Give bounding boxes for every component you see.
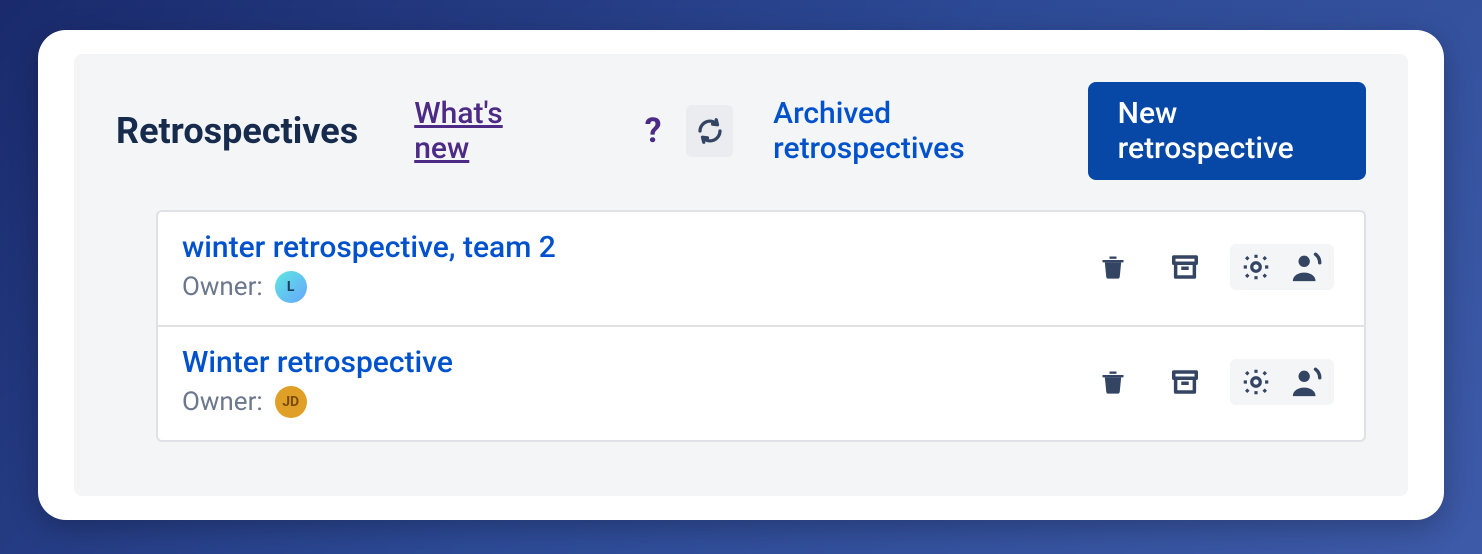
list-item-actions (1086, 355, 1334, 409)
archive-button[interactable] (1158, 240, 1212, 294)
list-item-title[interactable]: Winter retrospective (182, 345, 1086, 380)
share-button[interactable] (1290, 365, 1324, 399)
header-bar: Retrospectives What's new ? Archived ret… (116, 82, 1366, 180)
archive-icon (1170, 367, 1200, 397)
person-voice-icon (1290, 365, 1324, 399)
list-item: winter retrospective, team 2 Owner: L (158, 212, 1364, 327)
owner-label: Owner: (182, 387, 263, 417)
retrospectives-list: winter retrospective, team 2 Owner: L (156, 210, 1366, 442)
archive-icon (1170, 252, 1200, 282)
new-retrospective-button[interactable]: New retrospective (1088, 82, 1366, 180)
refresh-icon (695, 116, 725, 146)
list-item-main: Winter retrospective Owner: JD (182, 345, 1086, 418)
list-item-owner: Owner: JD (182, 386, 1086, 418)
refresh-button[interactable] (686, 105, 733, 157)
archive-button[interactable] (1158, 355, 1212, 409)
trash-icon (1099, 253, 1127, 281)
settings-button[interactable] (1240, 251, 1272, 283)
person-voice-icon (1290, 250, 1324, 284)
trash-icon (1099, 368, 1127, 396)
list-item-actions (1086, 240, 1334, 294)
list-item-more-group (1230, 244, 1334, 290)
list-item: Winter retrospective Owner: JD (158, 327, 1364, 440)
list-item-title[interactable]: winter retrospective, team 2 (182, 230, 1086, 265)
page-title: Retrospectives (116, 110, 358, 152)
whats-new-link[interactable]: What's new (414, 96, 550, 166)
question-mark-icon: ? (645, 111, 662, 151)
delete-button[interactable] (1086, 355, 1140, 409)
settings-button[interactable] (1240, 366, 1272, 398)
list-item-main: winter retrospective, team 2 Owner: L (182, 230, 1086, 303)
panel-inner: Retrospectives What's new ? Archived ret… (74, 54, 1408, 496)
share-button[interactable] (1290, 250, 1324, 284)
list-item-more-group (1230, 359, 1334, 405)
list-item-owner: Owner: L (182, 271, 1086, 303)
delete-button[interactable] (1086, 240, 1140, 294)
help-icon[interactable]: ? (630, 105, 677, 157)
owner-avatar[interactable]: L (275, 271, 307, 303)
gear-icon (1240, 366, 1272, 398)
owner-label: Owner: (182, 272, 263, 302)
gear-icon (1240, 251, 1272, 283)
archived-link[interactable]: Archived retrospectives (773, 96, 1058, 166)
panel-card: Retrospectives What's new ? Archived ret… (38, 30, 1444, 520)
owner-avatar[interactable]: JD (275, 386, 307, 418)
